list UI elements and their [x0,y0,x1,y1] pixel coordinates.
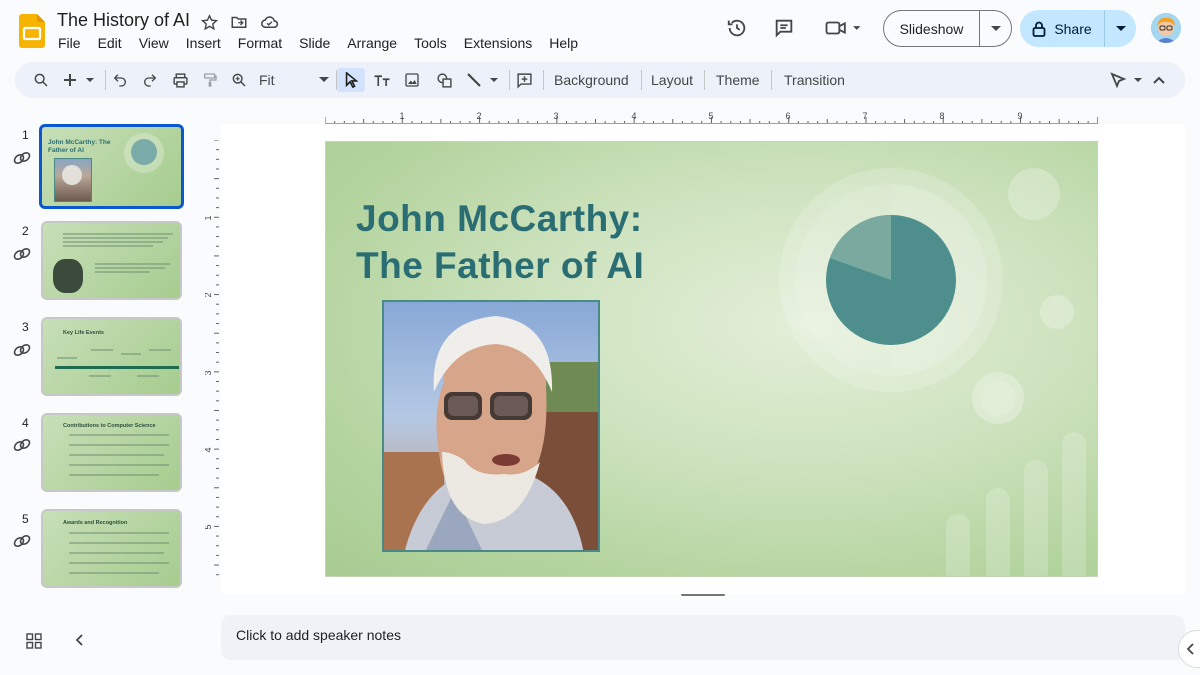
chevron-down-icon [319,77,329,82]
menu-view[interactable]: View [130,35,177,51]
menu-format[interactable]: Format [229,35,290,51]
zoom-select[interactable]: Fit [259,68,329,92]
theme-button[interactable]: Theme [716,62,760,98]
chevron-up-icon[interactable] [1149,68,1169,92]
thumbnail-title: John McCarthy: The Father of AI [48,139,111,154]
lock-icon [1032,21,1046,37]
speaker-notes[interactable]: Click to add speaker notes [221,615,1185,660]
shape-icon[interactable] [433,68,455,92]
transition-button[interactable]: Transition [784,62,845,98]
comments-icon[interactable] [772,16,796,40]
link-icon [13,247,31,261]
avatar[interactable] [1151,13,1181,43]
slide-number: 1 [22,128,29,142]
thumbnail-title: Contributions to Computer Science [63,423,156,429]
meet-video-icon[interactable] [822,16,864,40]
insert-image-icon[interactable] [401,68,423,92]
notes-resize-handle[interactable] [681,594,725,596]
ruler-label: 2 [476,111,481,121]
cloud-saved-icon[interactable] [258,11,280,33]
menu-arrange[interactable]: Arrange [338,35,405,51]
link-icon [13,534,31,548]
link-icon [13,343,31,357]
line-tool-icon[interactable] [465,68,501,92]
slide-number: 2 [22,224,29,238]
menu-help[interactable]: Help [540,35,586,51]
ruler-label: 6 [785,111,790,121]
menu-tools[interactable]: Tools [405,35,455,51]
slide-thumbnail-3[interactable]: Key Life Events [41,317,182,396]
slideshow-button[interactable]: Slideshow [883,10,1012,47]
ruler-label: 1 [205,215,213,220]
share-button[interactable]: Share [1020,10,1136,47]
ruler-label: 5 [708,111,713,121]
redo-icon[interactable] [140,68,160,92]
thumbnail-title: Awards and Recognition [63,520,128,526]
ruler-label: 8 [939,111,944,121]
menu-edit[interactable]: Edit [89,35,130,51]
menu-insert[interactable]: Insert [177,35,229,51]
slide-thumbnail-4[interactable]: Contributions to Computer Science [41,413,182,492]
share-label: Share [1054,20,1092,37]
slide-number: 4 [22,416,29,430]
layout-button[interactable]: Layout [651,62,693,98]
star-icon[interactable] [198,11,220,33]
chevron-down-icon[interactable] [1104,10,1136,47]
current-slide[interactable]: John McCarthy: The Father of AI [325,141,1098,577]
slide-thumbnail-5[interactable]: Awards and Recognition [41,509,182,588]
horizontal-ruler: 1 2 3 4 5 6 7 8 9 [325,111,1098,124]
background-button[interactable]: Background [554,62,629,98]
slide-thumbnail-1[interactable]: John McCarthy: The Father of AI [39,124,184,209]
ruler-label: 4 [205,447,213,452]
menu-extensions[interactable]: Extensions [455,35,540,51]
slide-number: 3 [22,320,29,334]
paint-format-icon[interactable] [200,68,220,92]
chevron-down-icon[interactable] [979,11,1011,46]
select-tool-icon[interactable] [337,68,365,92]
slides-logo-icon[interactable] [19,14,45,48]
document-title[interactable]: The History of AI [57,10,190,31]
slideshow-label[interactable]: Slideshow [884,11,979,46]
ruler-label: 1 [399,111,404,121]
slide-thumbnail-2[interactable] [41,221,182,300]
chevron-left-icon[interactable] [72,632,88,648]
link-icon [13,438,31,452]
slide-title[interactable]: John McCarthy: The Father of AI [356,195,644,289]
grid-view-icon[interactable] [26,633,42,649]
ruler-label: 7 [862,111,867,121]
menu-slide[interactable]: Slide [290,35,338,51]
pen-pointer-icon[interactable] [1109,68,1145,92]
search-menus-icon[interactable] [31,68,51,92]
vertical-ruler: 1 2 3 4 5 [205,140,219,576]
speaker-notes-placeholder: Click to add speaker notes [236,627,401,643]
ruler-label: 5 [205,524,213,529]
version-history-icon[interactable] [725,16,749,40]
zoom-value: Fit [259,72,275,88]
add-comment-icon[interactable] [513,68,535,92]
slide-number: 5 [22,512,29,526]
ruler-label: 2 [205,292,213,297]
zoom-icon[interactable] [229,68,249,92]
chevron-left-icon [1186,643,1194,655]
undo-icon[interactable] [110,68,130,92]
ruler-label: 3 [205,370,213,375]
menu-bar: File Edit View Insert Format Slide Arran… [49,35,586,51]
ruler-label: 9 [1017,111,1022,121]
link-icon [13,151,31,165]
menu-file[interactable]: File [49,35,89,51]
new-slide-icon[interactable] [61,68,97,92]
ruler-label: 3 [553,111,558,121]
print-icon[interactable] [170,68,190,92]
move-folder-icon[interactable] [228,11,250,33]
thumbnail-title: Key Life Events [63,330,104,336]
text-box-icon[interactable] [371,68,393,92]
ruler-label: 4 [631,111,636,121]
portrait-photo[interactable] [382,300,600,552]
toolbar: Fit Background Layout Theme Transition [15,62,1185,98]
